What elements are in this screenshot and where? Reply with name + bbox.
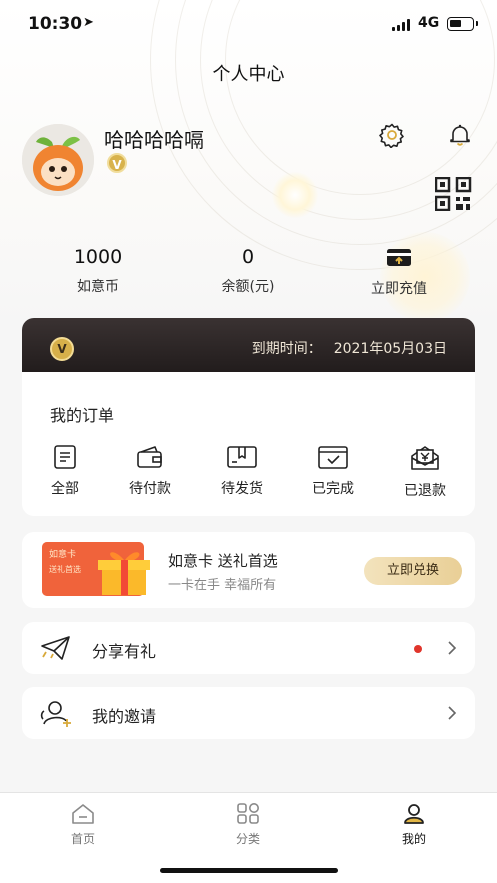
coins-stat[interactable]: 1000 如意币 [38,246,158,296]
grid-icon [237,803,259,824]
balance-label: 余额(元) [221,279,275,295]
order-refunded-button[interactable]: 已退款 [390,444,460,500]
status-time: 10:30 [28,14,83,34]
notification-dot [414,645,422,653]
tab-mine-label: 我的 [401,832,426,846]
qr-code-icon[interactable] [432,176,476,212]
gift-card-title: 如意卡 [49,548,76,560]
tab-categories[interactable]: 分类 [198,803,298,847]
refund-icon [411,446,439,470]
signal-icon [392,19,412,31]
promo-subtitle: 一卡在手 幸福所有 [168,578,277,593]
order-pending-payment-label: 待付款 [129,481,171,497]
order-pending-payment-button[interactable]: 待付款 [115,444,185,498]
tab-home-label: 首页 [70,832,95,846]
vip-expiry: 到期时间： 2021年05月03日 [252,338,447,358]
vip-icon: V [50,337,74,361]
gift-card-promo[interactable]: 如意卡 送礼首选 如意卡 送礼首选 一卡在手 幸福所有 立即兑换 [22,532,475,608]
tab-categories-label: 分类 [235,832,260,846]
avatar[interactable] [22,124,94,196]
gift-card-subtitle: 送礼首选 [49,564,81,574]
network-type: 4G [418,15,440,31]
order-pending-shipment-label: 待发货 [221,481,263,497]
paper-plane-icon [41,636,70,660]
carrot-mascot-icon [22,124,94,196]
promo-title: 如意卡 送礼首选 [168,552,278,570]
tab-home[interactable]: 首页 [33,803,133,847]
add-user-icon [40,701,71,727]
expiry-date: 2021年05月03日 [333,341,447,357]
order-completed-button[interactable]: 已完成 [298,444,368,498]
order-pending-shipment-button[interactable]: 待发货 [207,444,277,498]
order-completed-label: 已完成 [312,481,354,497]
menu-item-invitations-label: 我的邀请 [92,707,157,726]
chevron-right-icon [448,641,457,655]
recharge-button[interactable]: 立即充值 [339,246,459,298]
account-stats: 1000 如意币 0 余额(元) 立即充值 [0,246,497,298]
vip-badge: V [107,153,127,173]
menu-item-share[interactable]: 分享有礼 [22,622,475,674]
settings-icon[interactable] [377,120,407,150]
wallet-icon [137,446,162,468]
menu-item-share-label: 分享有礼 [92,642,157,661]
order-all-button[interactable]: 全部 [30,444,100,498]
balance-stat[interactable]: 0 余额(元) [188,246,308,296]
home-icon [72,804,94,824]
status-bar: 10:30 ➤ 4G [0,0,497,48]
list-icon [54,445,76,469]
page-title: 个人中心 [212,64,285,85]
user-icon [404,804,424,824]
order-refunded-label: 已退款 [404,483,446,499]
orders-card: 我的订单 全部 待付款 待发货 已完成 已退款 [22,372,475,516]
location-icon: ➤ [83,15,94,30]
balance-value: 0 [241,246,255,268]
redeem-button[interactable]: 立即兑换 [364,557,462,585]
battery-icon [447,17,478,31]
menu-item-invitations[interactable]: 我的邀请 [22,687,475,739]
bell-icon[interactable] [445,120,475,150]
card-icon [339,248,459,274]
coins-label: 如意币 [77,279,119,295]
vip-membership-bar[interactable]: V 到期时间： 2021年05月03日 [22,318,475,378]
tab-mine[interactable]: 我的 [364,803,464,847]
expiry-label: 到期时间： [251,341,322,357]
orders-title: 我的订单 [50,406,115,425]
gift-card-image: 如意卡 送礼首选 [42,542,160,598]
coins-value: 1000 [73,246,123,268]
order-all-label: 全部 [51,481,79,497]
chevron-right-icon [448,706,457,720]
completed-box-icon [318,446,348,469]
recharge-label: 立即充值 [371,281,427,297]
username: 哈哈哈哈嗝 [104,128,204,152]
home-indicator [160,868,338,873]
package-icon [227,446,257,468]
